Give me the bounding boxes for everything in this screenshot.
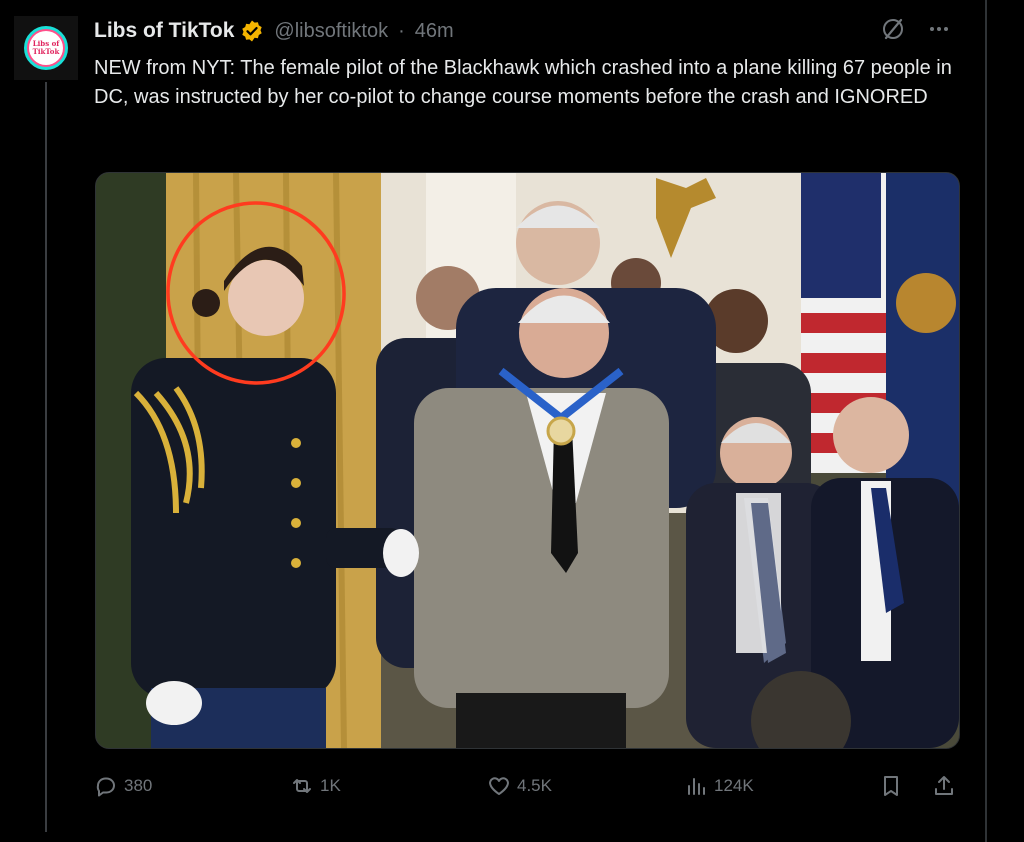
bookmark-icon (884, 776, 898, 796)
like-icon (489, 777, 509, 795)
column-border (985, 0, 987, 842)
like-count: 4.5K (517, 776, 552, 795)
top-actions (880, 16, 952, 42)
post-text: NEW from NYT: The female pilot of the Bl… (94, 57, 952, 108)
grok-icon[interactable] (880, 16, 906, 42)
avatar-logo: Libs of TikTok (24, 26, 68, 70)
more-icon[interactable] (926, 16, 952, 42)
thread-line (45, 82, 47, 832)
handle[interactable]: @libsoftiktok (274, 20, 388, 43)
share-icon (935, 776, 953, 795)
separator: · (398, 19, 405, 42)
post-header: Libs of TikTok @libsoftiktok · 46m (94, 16, 454, 46)
like-button[interactable]: 4.5K (487, 774, 552, 798)
reply-icon (96, 777, 115, 797)
views-count: 124K (714, 776, 754, 795)
author-name[interactable]: Libs of TikTok (94, 19, 234, 43)
views-button[interactable]: 124K (684, 774, 754, 798)
share-button[interactable] (932, 774, 956, 798)
timestamp[interactable]: 46m (415, 20, 454, 43)
avatar[interactable]: Libs of TikTok (14, 16, 78, 80)
reply-button[interactable]: 380 (94, 774, 152, 798)
bookmark-button[interactable] (879, 774, 903, 798)
reply-count: 380 (124, 776, 153, 795)
repost-count: 1K (320, 776, 341, 795)
verified-badge-icon (242, 20, 263, 42)
post-actions: 380 1K 4.5K 124K (94, 768, 964, 804)
post-image[interactable] (95, 172, 960, 749)
views-icon (688, 778, 705, 795)
repost-icon (293, 779, 311, 793)
avatar-text-line2: TikTok (32, 47, 60, 56)
repost-button[interactable]: 1K (290, 774, 341, 798)
